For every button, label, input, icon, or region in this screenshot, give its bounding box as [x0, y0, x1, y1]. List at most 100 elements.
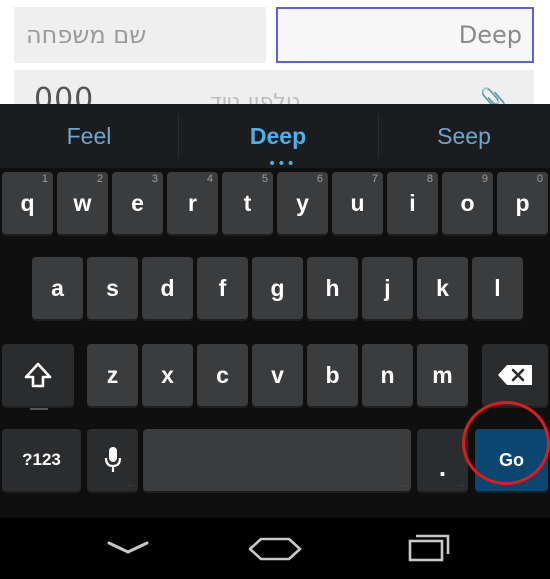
key-y[interactable]: y6: [277, 172, 328, 234]
key-label: a: [51, 274, 64, 301]
go-key[interactable]: Go ·: [475, 429, 548, 491]
period-key[interactable]: . ···: [417, 429, 468, 491]
key-label: f: [218, 274, 227, 301]
key-corner-mark: ···: [458, 483, 464, 489]
key-label: x: [161, 361, 174, 388]
phone-field[interactable]: 000 טלפון נייד 📎: [14, 70, 534, 104]
contact-form: שם משפחה Deep 000 טלפון נייד 📎: [0, 0, 550, 104]
key-label: e: [131, 189, 144, 216]
recent-apps-button[interactable]: [397, 528, 457, 568]
key-k[interactable]: k: [417, 257, 468, 319]
key-label: b: [325, 361, 340, 388]
key-o[interactable]: o9: [442, 172, 493, 234]
symbols-label: ?123: [22, 450, 61, 469]
key-r[interactable]: r4: [167, 172, 218, 234]
key-label: g: [270, 274, 285, 301]
key-label: o: [460, 189, 475, 216]
key-a[interactable]: a: [32, 257, 83, 319]
key-c[interactable]: c: [197, 344, 248, 406]
phone-value: 000: [34, 82, 95, 104]
key-label: r: [188, 189, 197, 216]
phone-hint: טלפון נייד: [210, 90, 301, 104]
key-t[interactable]: t5: [222, 172, 273, 234]
key-label: t: [243, 189, 252, 216]
key-hint: 3: [151, 173, 158, 185]
symbols-key[interactable]: ?123: [2, 429, 81, 491]
key-hint: 4: [206, 173, 213, 185]
suggestion-strip: Feel Deep ••• Seep: [0, 104, 550, 172]
home-button[interactable]: [245, 528, 305, 568]
key-label: z: [106, 361, 119, 388]
shift-key[interactable]: [2, 344, 74, 410]
first-name-field[interactable]: Deep: [276, 7, 534, 63]
key-i[interactable]: i8: [387, 172, 438, 234]
key-u[interactable]: u7: [332, 172, 383, 234]
key-g[interactable]: g: [252, 257, 303, 319]
key-hint: 2: [96, 173, 103, 185]
home-icon: [248, 537, 302, 561]
key-n[interactable]: n: [362, 344, 413, 406]
shift-icon: [24, 362, 52, 388]
key-label: n: [380, 361, 395, 388]
key-e[interactable]: e3: [112, 172, 163, 234]
attachment-icon[interactable]: 📎: [480, 88, 507, 104]
period-label: .: [438, 451, 447, 482]
key-q[interactable]: q1: [2, 172, 53, 234]
key-x[interactable]: x: [142, 344, 193, 406]
key-b[interactable]: b: [307, 344, 358, 406]
key-label: j: [384, 274, 391, 301]
key-label: q: [20, 189, 35, 216]
key-hint: 6: [316, 173, 323, 185]
key-hint: 1: [41, 173, 48, 185]
key-hint: 9: [481, 173, 488, 185]
key-label: l: [494, 274, 501, 301]
key-j[interactable]: j: [362, 257, 413, 319]
key-label: y: [296, 189, 309, 216]
backspace-key[interactable]: [482, 344, 548, 406]
key-z[interactable]: z: [87, 344, 138, 406]
first-name-value: Deep: [458, 21, 522, 49]
key-label: u: [350, 189, 365, 216]
key-corner-mark: ···: [401, 483, 407, 489]
key-label: d: [160, 274, 175, 301]
key-label: s: [106, 274, 119, 301]
recent-apps-icon: [408, 534, 450, 562]
key-hint: 5: [261, 173, 268, 185]
key-p[interactable]: p0: [497, 172, 548, 234]
suggestion-1[interactable]: Feel: [0, 104, 178, 168]
shift-state-indicator: [30, 408, 48, 410]
key-l[interactable]: l: [472, 257, 523, 319]
key-hint: 0: [536, 173, 543, 185]
key-m[interactable]: m: [417, 344, 468, 406]
last-name-placeholder: שם משפחה: [26, 21, 147, 49]
backspace-icon: [498, 365, 532, 385]
key-label: h: [325, 274, 340, 301]
go-label: Go: [499, 449, 524, 470]
key-hint: 7: [371, 173, 378, 185]
soft-keyboard: Feel Deep ••• Seep q1 w2 e3 r4 t5 y6 u7 …: [0, 104, 550, 518]
back-button[interactable]: [98, 528, 158, 568]
key-s[interactable]: s: [87, 257, 138, 319]
key-w[interactable]: w2: [57, 172, 108, 234]
suggestion-3[interactable]: Seep: [378, 104, 550, 168]
system-navigation-bar: [0, 518, 550, 579]
key-corner-mark: ···: [128, 483, 134, 489]
voice-input-key[interactable]: ···: [87, 429, 138, 491]
microphone-icon: [104, 447, 121, 472]
key-label: v: [271, 361, 284, 388]
key-f[interactable]: f: [197, 257, 248, 319]
key-hint: 8: [426, 173, 433, 185]
key-label: m: [432, 361, 453, 388]
key-v[interactable]: v: [252, 344, 303, 406]
back-icon: [107, 541, 149, 554]
key-corner-mark: ·: [542, 483, 544, 489]
key-label: c: [216, 361, 229, 388]
more-suggestions-indicator: •••: [268, 156, 296, 172]
key-label: w: [73, 189, 92, 216]
key-label: k: [436, 274, 449, 301]
key-d[interactable]: d: [142, 257, 193, 319]
space-key[interactable]: ···: [143, 429, 411, 491]
key-label: i: [409, 189, 416, 216]
last-name-field[interactable]: שם משפחה: [14, 7, 266, 63]
key-h[interactable]: h: [307, 257, 358, 319]
